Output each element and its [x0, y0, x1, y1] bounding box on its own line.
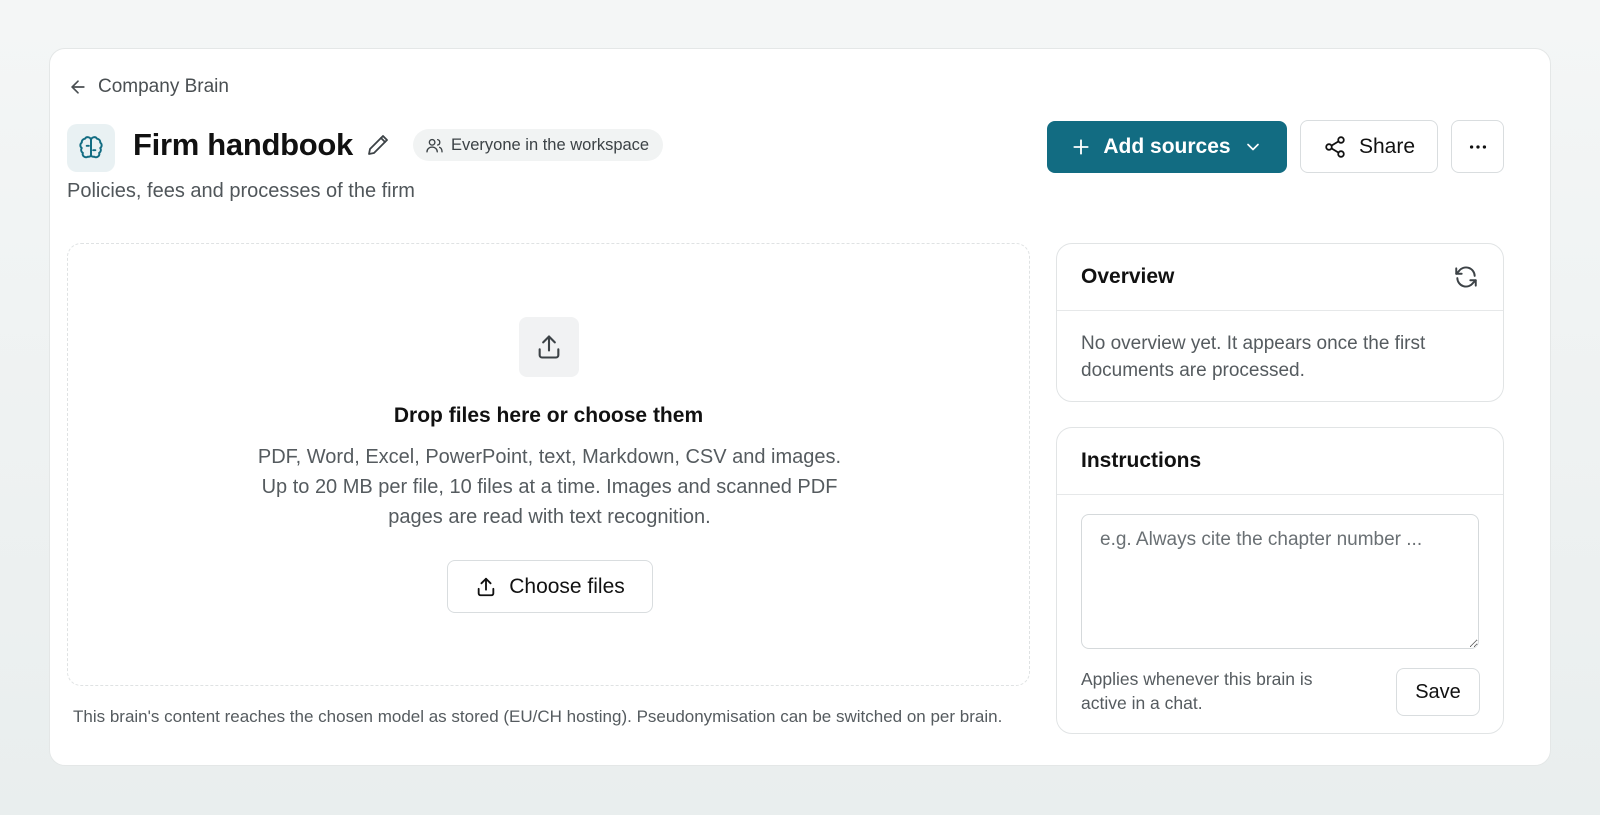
breadcrumb-label: Company Brain — [98, 76, 229, 97]
brain-detail-card: Company Brain Firm handbook Everyone in … — [49, 48, 1551, 766]
share-button[interactable]: Share — [1300, 120, 1438, 173]
visibility-badge[interactable]: Everyone in the workspace — [413, 129, 664, 161]
brain-icon — [67, 124, 115, 172]
share-label: Share — [1358, 134, 1416, 158]
breadcrumb-back-link[interactable]: Company Brain — [68, 75, 229, 99]
overview-title: Overview — [1081, 265, 1175, 288]
pencil-icon[interactable] — [365, 132, 391, 158]
overview-panel: Overview No overview yet. It appears onc… — [1056, 243, 1504, 402]
file-dropzone[interactable]: Drop files here or choose them PDF, Word… — [67, 243, 1030, 686]
instructions-apply-note: Applies whenever this brain is active in… — [1081, 669, 1313, 713]
dropzone-description: PDF, Word, Excel, PowerPoint, text, Mark… — [257, 446, 842, 528]
chevron-down-icon — [1246, 143, 1259, 151]
upload-icon — [519, 317, 579, 377]
add-sources-label: Add sources — [1103, 135, 1231, 158]
page-subtitle: Policies, fees and processes of the firm — [67, 180, 415, 202]
add-sources-button[interactable]: Add sources — [1047, 121, 1287, 173]
upload-icon — [477, 577, 495, 596]
choose-files-button[interactable]: Choose files — [447, 560, 653, 613]
visibility-label: Everyone in the workspace — [451, 135, 650, 154]
more-options-button[interactable] — [1451, 120, 1504, 173]
share-icon — [1325, 135, 1345, 158]
choose-files-label: Choose files — [509, 574, 625, 598]
save-button[interactable]: Save — [1396, 668, 1480, 716]
instructions-textarea[interactable] — [1081, 514, 1479, 649]
page-title: Firm handbook — [133, 127, 353, 162]
dropzone-title: Drop files here or choose them — [393, 404, 704, 427]
refresh-icon[interactable] — [1453, 264, 1479, 290]
instructions-title: Instructions — [1081, 449, 1202, 472]
overview-text: No overview yet. It appears once the fir… — [1081, 333, 1426, 381]
hosting-note: This brain's content reaches the chosen … — [73, 707, 1003, 726]
overview-header: Overview — [1057, 244, 1503, 311]
plus-icon — [1073, 139, 1089, 155]
more-horizontal-icon — [1469, 144, 1486, 149]
instructions-panel: Instructions Applies whenever this brain… — [1056, 427, 1504, 734]
instructions-header: Instructions — [1057, 428, 1503, 495]
users-icon — [426, 138, 443, 153]
arrow-left-icon — [71, 80, 85, 94]
